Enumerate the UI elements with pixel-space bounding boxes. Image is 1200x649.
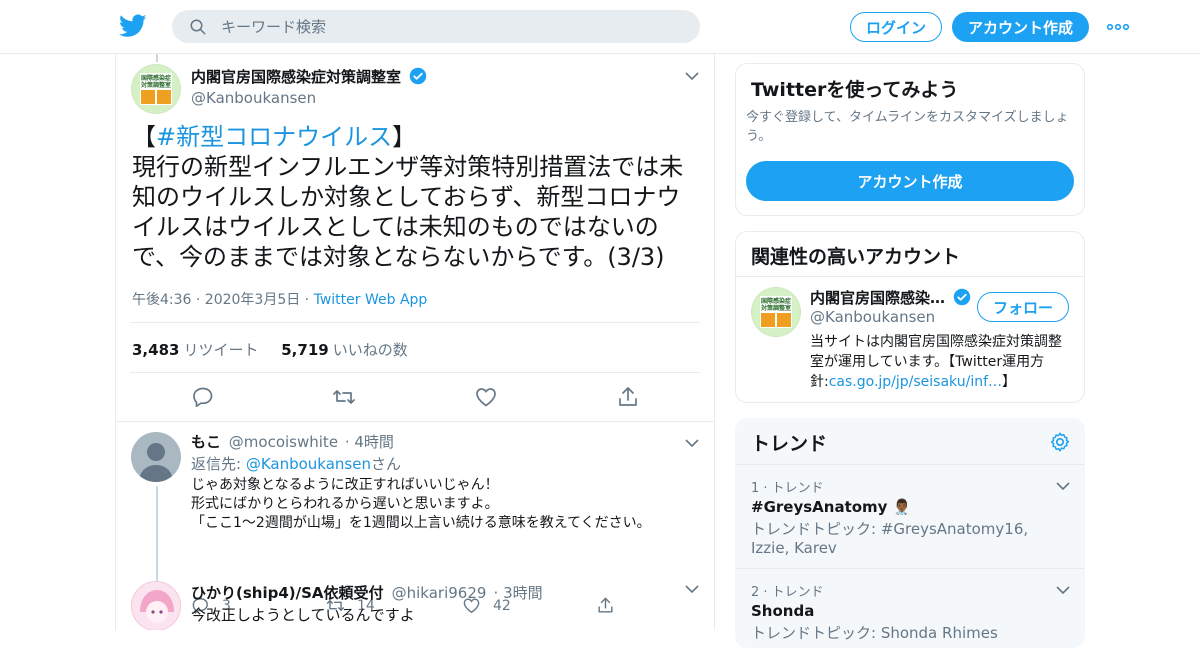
reply-author-handle[interactable]: @mocoiswhite [229, 433, 338, 451]
bracket-open: 【 [132, 123, 156, 151]
reply-avatar[interactable] [131, 581, 181, 630]
default-avatar-icon [139, 443, 173, 482]
tweet-actions [116, 385, 714, 409]
like-heart-icon[interactable] [474, 385, 498, 409]
likes-stat[interactable]: 5,719 いいねの数 [281, 341, 407, 359]
verified-badge-icon [953, 288, 971, 306]
verified-badge-icon [409, 67, 427, 85]
login-button[interactable]: ログイン [850, 12, 942, 42]
chevron-down-icon[interactable] [1056, 586, 1070, 595]
tweet-source-link[interactable]: Twitter Web App [314, 292, 428, 308]
reply-body: もこ @mocoiswhite · 4時間 返信先: @Kanboukansen… [191, 433, 691, 533]
follow-button[interactable]: フォロー [977, 292, 1069, 322]
anime-avatar-icon [140, 590, 174, 623]
reply-author-handle[interactable]: @hikari9629 [392, 584, 487, 602]
related-account-handle[interactable]: @Kanboukansen [810, 308, 935, 326]
retweet-icon[interactable] [332, 385, 356, 409]
signup-card-button[interactable]: アカウント作成 [746, 161, 1074, 201]
bracket-close: 】 [392, 123, 417, 151]
reply-icon[interactable] [191, 385, 215, 409]
author-avatar[interactable]: 国際感染症対策調整室 [131, 64, 181, 114]
avatar-text: 国際感染症対策調整室 [760, 298, 791, 312]
signup-card-description: 今すぐ登録して、タイムラインをカスタマイズしましょう。 [746, 110, 1069, 144]
signup-card-title: Twitterを使ってみよう [751, 79, 959, 101]
reply-to-link[interactable]: @Kanboukansen [246, 455, 371, 473]
tweet-text: 【#新型コロナウイルス】 現行の新型インフルエンザ等対策特別措置法では未知のウイ… [132, 122, 702, 272]
tweet-body: 現行の新型インフルエンザ等対策特別措置法では未知のウイルスしか対象としておらず、… [132, 153, 684, 271]
main-timeline: 国際感染症対策調整室 内閣官房国際感染症対策調整室 @Kanboukansen … [115, 54, 715, 630]
reply-author-name[interactable]: もこ [191, 433, 221, 451]
hashtag-link[interactable]: #新型コロナウイルス [156, 123, 392, 151]
tweet-stats: 3,483 リツイート 5,719 いいねの数 [132, 339, 408, 360]
reply-time[interactable]: · 4時間 [345, 433, 394, 451]
search-box[interactable] [172, 10, 700, 43]
tweet-author[interactable]: 内閣官房国際感染症対策調整室 @Kanboukansen [191, 66, 427, 107]
trends-card: トレンド 1 · トレンド #GreysAnatomy 👨🏾‍⚕️ トレンドトピ… [735, 418, 1085, 648]
reply-tweet[interactable]: もこ @mocoiswhite · 4時間 返信先: @Kanboukansen… [116, 422, 714, 630]
twitter-logo-icon[interactable] [119, 13, 147, 39]
signup-button[interactable]: アカウント作成 [952, 12, 1089, 42]
reply-header: もこ @mocoiswhite · 4時間 [191, 433, 691, 452]
reply-header: ひかり(ship4)/SA依頼受付 @hikari9629 · 3時間 [191, 582, 543, 603]
related-account-name[interactable]: 内閣官房国際感染… [810, 289, 945, 307]
retweets-stat[interactable]: 3,483 リツイート [132, 341, 258, 359]
reply-text: 今改正しようとしているんですよ [191, 606, 415, 624]
share-icon[interactable] [616, 385, 640, 409]
bio-link[interactable]: cas.go.jp/jp/seisaku/inf… [829, 374, 1002, 390]
signup-card: Twitterを使ってみよう 今すぐ登録して、タイムラインをカスタマイズしましょ… [735, 63, 1085, 216]
trend-description: トレンドトピック: #GreysAnatomy16, Izzie, Karev [751, 520, 1029, 557]
chevron-down-icon[interactable] [1056, 482, 1070, 491]
settings-gear-icon[interactable] [1049, 431, 1071, 453]
reply-author-name[interactable]: ひかり(ship4)/SA依頼受付 [191, 584, 384, 602]
related-account-name-row[interactable]: 内閣官房国際感染… [810, 287, 971, 308]
chevron-down-icon[interactable] [685, 439, 699, 448]
avatar-text: 国際感染症対策調整室 [140, 75, 171, 89]
tweet-timestamp[interactable]: 午後4:36 · 2020年3月5日 · [132, 292, 314, 308]
author-handle[interactable]: @Kanboukansen [191, 89, 427, 107]
related-account-avatar[interactable]: 国際感染症対策調整室 [751, 287, 801, 337]
trend-description: トレンドトピック: Shonda Rhimes [751, 624, 998, 642]
trend-name[interactable]: #GreysAnatomy 👨🏾‍⚕️ [751, 498, 911, 516]
chevron-down-icon[interactable] [685, 72, 699, 81]
trend-item[interactable]: 1 · トレンド #GreysAnatomy 👨🏾‍⚕️ トレンドトピック: #… [736, 464, 1084, 568]
trend-name[interactable]: Shonda [751, 602, 814, 620]
trend-item[interactable]: 2 · トレンド Shonda トレンドトピック: Shonda Rhimes [736, 568, 1084, 649]
chevron-down-icon[interactable] [685, 585, 699, 594]
reply-text: じゃあ対象となるように改正すればいいじゃん！ 形式にばかりとらわれるから遅いと思… [191, 477, 651, 531]
divider [130, 322, 700, 323]
search-icon [190, 19, 206, 34]
divider [736, 276, 1084, 277]
trends-title: トレンド [751, 433, 828, 455]
trend-rank: 1 · トレンド [751, 481, 824, 496]
top-bar: ログイン アカウント作成 [0, 0, 1200, 54]
divider [130, 372, 700, 373]
more-options-icon[interactable] [1106, 18, 1130, 36]
thread-line [156, 54, 158, 62]
search-input[interactable] [221, 17, 681, 36]
related-account-bio: 当サイトは内閣官房国際感染症対策調整室が運用しています。【Twitter運用方針… [810, 334, 1062, 390]
related-accounts-card: 関連性の高いアカウント 国際感染症対策調整室 内閣官房国際感染… @Kanbou… [735, 231, 1085, 403]
reply-time[interactable]: · 3時間 [494, 584, 543, 602]
trend-rank: 2 · トレンド [751, 585, 824, 600]
reply-avatar[interactable] [131, 432, 181, 482]
related-accounts-title: 関連性の高いアカウント [751, 246, 961, 268]
author-name[interactable]: 内閣官房国際感染症対策調整室 [191, 68, 401, 86]
tweet-meta: 午後4:36 · 2020年3月5日 · Twitter Web App [132, 289, 427, 309]
reply-to: 返信先: @Kanboukansenさん [191, 455, 401, 473]
